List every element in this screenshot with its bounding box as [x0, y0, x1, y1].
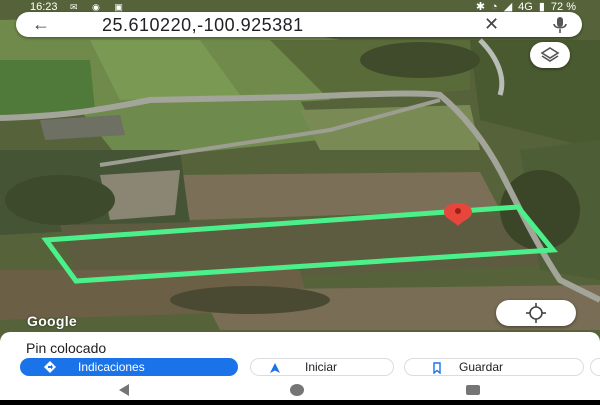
- parcel-boundary[interactable]: [41, 204, 558, 284]
- map-pin-icon[interactable]: [444, 203, 472, 226]
- layers-button[interactable]: [530, 42, 570, 68]
- nav-home-icon[interactable]: [290, 384, 304, 396]
- start-button[interactable]: Iniciar: [250, 358, 394, 376]
- more-actions-chip[interactable]: [590, 358, 600, 376]
- save-label: Guardar: [459, 360, 504, 374]
- directions-label: Indicaciones: [78, 360, 145, 374]
- nav-recents-icon[interactable]: [466, 385, 480, 395]
- directions-button[interactable]: Indicaciones: [20, 358, 238, 376]
- my-location-button[interactable]: [496, 300, 576, 326]
- directions-icon: [44, 361, 56, 373]
- navigation-arrow-icon: [270, 363, 280, 373]
- save-button[interactable]: Guardar: [404, 358, 584, 376]
- place-sheet[interactable]: Pin colocado Indicaciones Iniciar Guarda…: [0, 332, 600, 380]
- bookmark-icon: [433, 362, 441, 374]
- system-nav-bar: [0, 380, 600, 400]
- microphone-icon[interactable]: [552, 16, 568, 34]
- place-title: Pin colocado: [26, 340, 107, 356]
- nav-back-icon[interactable]: [118, 384, 130, 396]
- close-icon[interactable]: ✕: [484, 14, 499, 34]
- search-input[interactable]: 25.610220,-100.925381: [102, 15, 304, 35]
- start-label: Iniciar: [305, 360, 338, 374]
- layers-icon: [540, 47, 560, 62]
- arrow-left-icon[interactable]: ←: [32, 14, 50, 34]
- search-bar[interactable]: ← 25.610220,-100.925381 ✕: [16, 12, 582, 37]
- google-attribution: Google: [27, 313, 78, 329]
- crosshair-icon: [526, 303, 546, 323]
